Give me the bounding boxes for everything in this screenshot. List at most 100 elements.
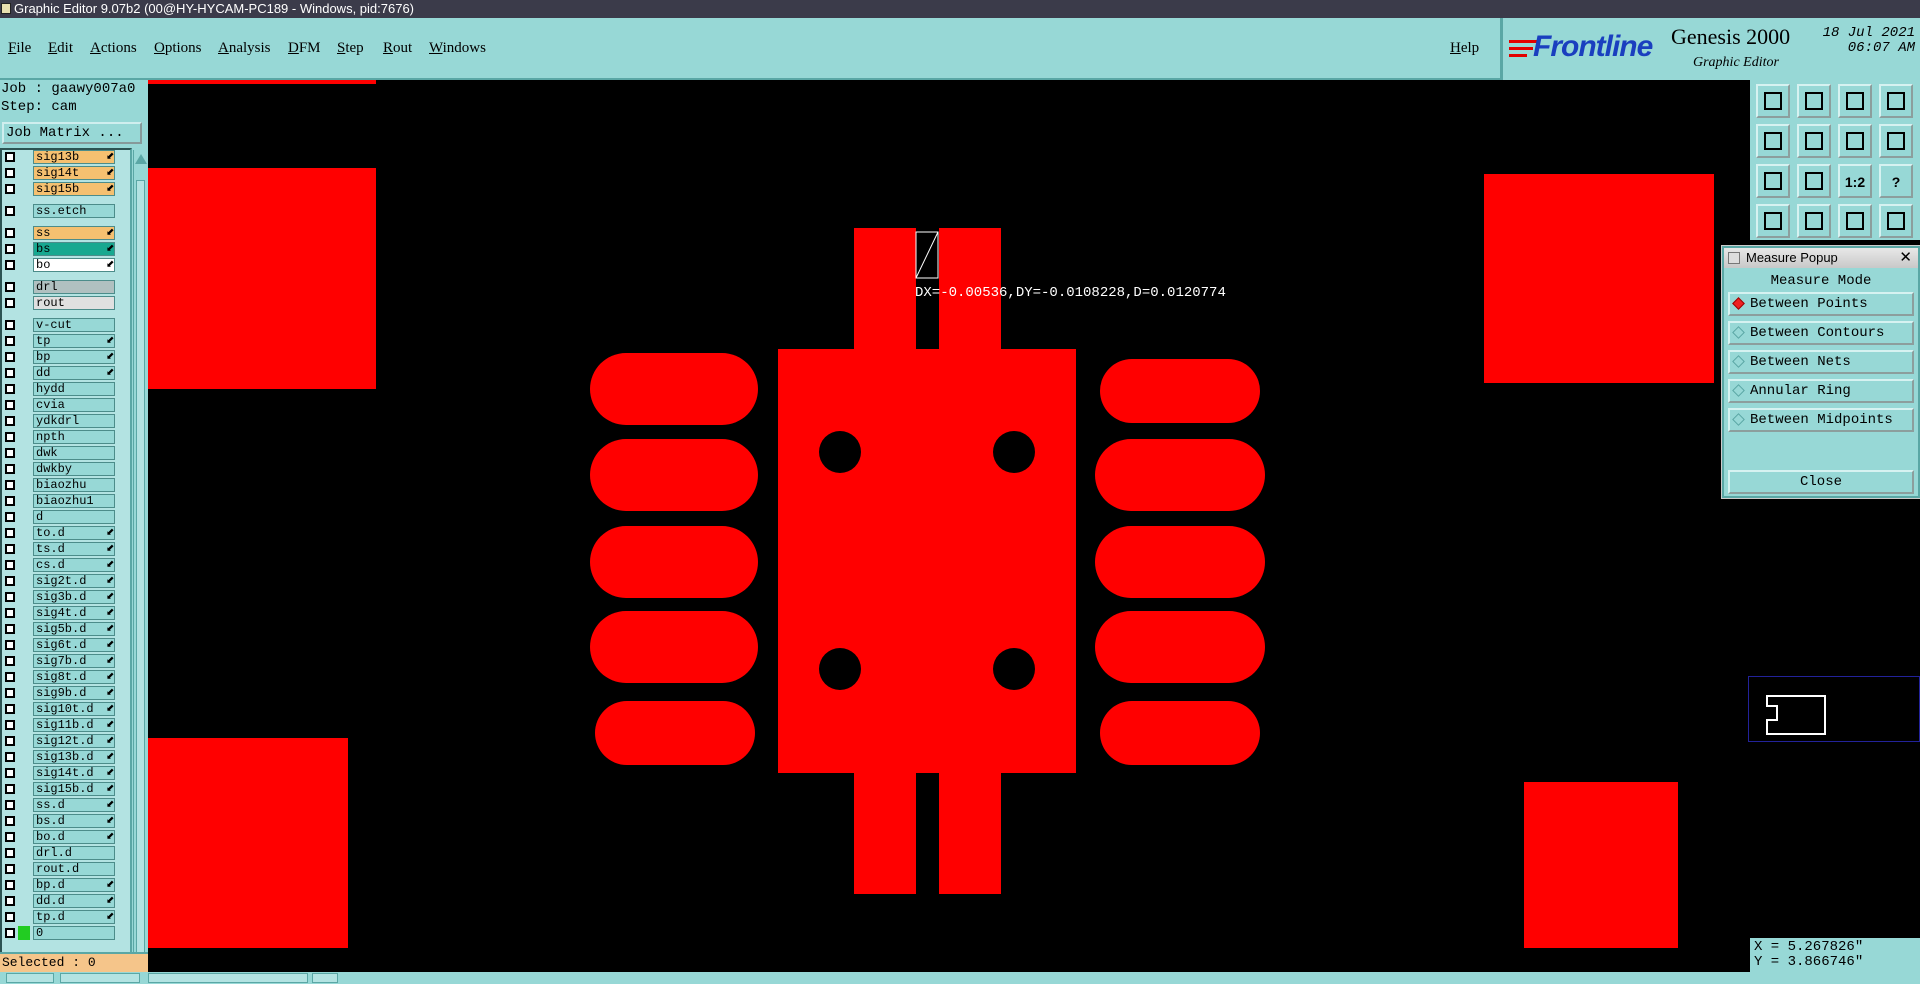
layer-checkbox[interactable] — [5, 260, 15, 270]
component-body-pad[interactable] — [778, 349, 1076, 773]
cmd-segment[interactable] — [312, 973, 338, 983]
layer-name[interactable]: ss.d — [33, 798, 115, 812]
layer-name[interactable]: drl.d — [33, 846, 115, 860]
drill-hole[interactable] — [993, 431, 1035, 473]
measure-mode-option[interactable]: Between Contours — [1728, 321, 1914, 345]
bottom-lead-left[interactable] — [854, 772, 916, 894]
layer-name[interactable]: sig6t.d — [33, 638, 115, 652]
layer-name[interactable]: bo — [33, 258, 115, 272]
layer-row[interactable]: bo ⬋ — [2, 258, 130, 272]
layer-list-scrollbar[interactable] — [133, 150, 147, 984]
layer-name[interactable]: sig15b — [33, 182, 115, 196]
layer-row[interactable]: sig14t.d ⬋ — [2, 766, 130, 780]
layer-row[interactable]: cs.d ⬋ — [2, 558, 130, 572]
tool-4-button[interactable] — [1879, 84, 1913, 118]
layer-name[interactable]: rout — [33, 296, 115, 310]
layer-row[interactable]: sig8t.d ⬋ — [2, 670, 130, 684]
layer-checkbox[interactable] — [5, 384, 15, 394]
layer-checkbox[interactable] — [5, 528, 15, 538]
layer-checkbox[interactable] — [5, 320, 15, 330]
scroll-thumb[interactable] — [136, 180, 145, 970]
layer-checkbox[interactable] — [5, 152, 15, 162]
layer-checkbox[interactable] — [5, 400, 15, 410]
layer-row[interactable]: tp.d ⬋ — [2, 910, 130, 924]
left-pad-1[interactable] — [590, 353, 758, 425]
layer-name[interactable]: bs — [33, 242, 115, 256]
layer-name[interactable]: sig14t — [33, 166, 115, 180]
layer-row[interactable]: dd ⬋ — [2, 366, 130, 380]
drill-hole[interactable] — [819, 431, 861, 473]
layer-checkbox[interactable] — [5, 928, 15, 938]
layer-checkbox[interactable] — [5, 864, 15, 874]
layer-name[interactable]: dwkby — [33, 462, 115, 476]
layer-name[interactable]: cs.d — [33, 558, 115, 572]
layer-name[interactable]: d — [33, 510, 115, 524]
layer-checkbox[interactable] — [5, 608, 15, 618]
menu-options[interactable]: Options — [154, 40, 202, 57]
layer-row[interactable]: sig12t.d ⬋ — [2, 734, 130, 748]
measure-mode-option[interactable]: Annular Ring — [1728, 379, 1914, 403]
left-pad-2[interactable] — [590, 439, 758, 511]
job-matrix-button[interactable]: Job Matrix ... — [2, 122, 142, 144]
cmd-segment[interactable] — [6, 973, 54, 983]
tool-10-button[interactable] — [1797, 164, 1831, 198]
menu-windows[interactable]: Windows — [429, 40, 486, 57]
layer-checkbox[interactable] — [5, 512, 15, 522]
measure-mode-option[interactable]: Between Nets — [1728, 350, 1914, 374]
menu-edit[interactable]: Edit — [48, 40, 73, 57]
layer-name[interactable]: dd — [33, 366, 115, 380]
tool-14-button[interactable] — [1797, 204, 1831, 238]
layer-checkbox[interactable] — [5, 352, 15, 362]
tool-12-button[interactable]: ? — [1879, 164, 1913, 198]
menu-file[interactable]: File — [8, 40, 31, 57]
layer-checkbox[interactable] — [5, 544, 15, 554]
layer-name[interactable]: v-cut — [33, 318, 115, 332]
layer-checkbox[interactable] — [5, 416, 15, 426]
layer-row[interactable]: sig7b.d ⬋ — [2, 654, 130, 668]
layer-row[interactable]: ss.etch — [2, 204, 130, 218]
layer-row[interactable]: rout.d — [2, 862, 130, 876]
layer-checkbox[interactable] — [5, 720, 15, 730]
tool-6-button[interactable] — [1797, 124, 1831, 158]
right-pad-5[interactable] — [1100, 701, 1260, 765]
layer-row[interactable]: tp ⬋ — [2, 334, 130, 348]
menu-help[interactable]: Help — [1450, 40, 1479, 57]
layer-name[interactable]: ts.d — [33, 542, 115, 556]
layer-row[interactable]: npth — [2, 430, 130, 444]
menu-analysis[interactable]: Analysis — [218, 40, 271, 57]
layer-checkbox[interactable] — [5, 688, 15, 698]
layer-row[interactable]: sig13b ⬋ — [2, 150, 130, 164]
layer-checkbox[interactable] — [5, 880, 15, 890]
layer-name[interactable]: sig10t.d — [33, 702, 115, 716]
layer-checkbox[interactable] — [5, 624, 15, 634]
corner-pad-bottom-right[interactable] — [1524, 782, 1678, 948]
layer-checkbox[interactable] — [5, 816, 15, 826]
layer-name[interactable]: npth — [33, 430, 115, 444]
layer-checkbox[interactable] — [5, 784, 15, 794]
layer-row[interactable]: sig6t.d ⬋ — [2, 638, 130, 652]
tool-1-button[interactable] — [1756, 84, 1790, 118]
cmd-segment[interactable] — [148, 973, 308, 983]
layer-checkbox[interactable] — [5, 752, 15, 762]
layer-checkbox[interactable] — [5, 168, 15, 178]
layer-name[interactable]: sig4t.d — [33, 606, 115, 620]
menu-step[interactable]: Step — [337, 40, 364, 57]
layer-row[interactable]: sig11b.d ⬋ — [2, 718, 130, 732]
layer-name[interactable]: to.d — [33, 526, 115, 540]
layer-name[interactable]: tp.d — [33, 910, 115, 924]
layer-name[interactable]: tp — [33, 334, 115, 348]
layer-row[interactable]: sig14t ⬋ — [2, 166, 130, 180]
layer-name[interactable]: dd.d — [33, 894, 115, 908]
layer-row[interactable]: sig13b.d ⬋ — [2, 750, 130, 764]
layer-name[interactable]: cvia — [33, 398, 115, 412]
layer-name[interactable]: hydd — [33, 382, 115, 396]
layer-name[interactable]: sig11b.d — [33, 718, 115, 732]
layer-checkbox[interactable] — [5, 464, 15, 474]
layer-row[interactable]: ss ⬋ — [2, 226, 130, 240]
layer-name[interactable]: sig7b.d — [33, 654, 115, 668]
layer-row[interactable]: bs.d ⬋ — [2, 814, 130, 828]
layer-checkbox[interactable] — [5, 768, 15, 778]
left-pad-5[interactable] — [595, 701, 755, 765]
layer-row[interactable]: bs ⬋ — [2, 242, 130, 256]
layer-checkbox[interactable] — [5, 560, 15, 570]
